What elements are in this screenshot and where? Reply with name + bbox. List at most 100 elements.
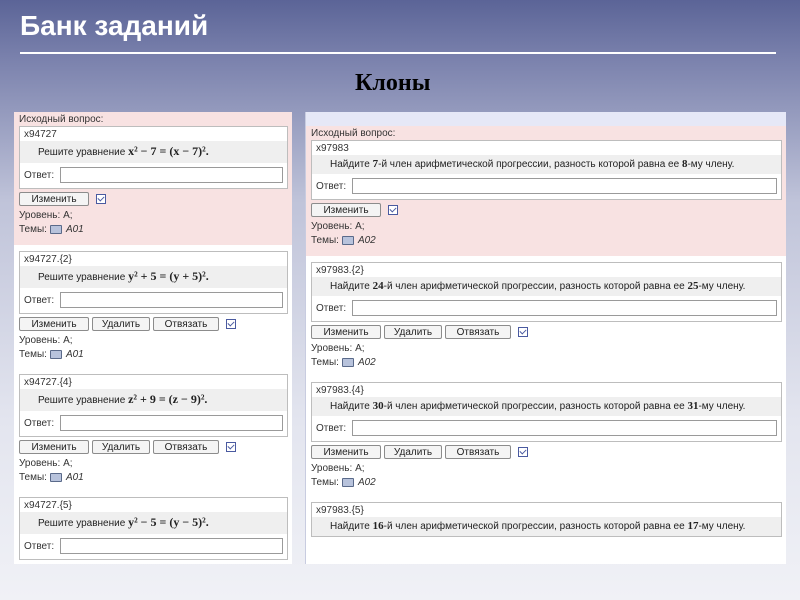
answer-label: Ответ: bbox=[24, 417, 55, 429]
clone-block: x97983.{4} Найдите 30-й член арифметичес… bbox=[306, 376, 786, 496]
answer-label: Ответ: bbox=[24, 169, 55, 181]
topic-link[interactable]: A01 bbox=[66, 224, 84, 235]
unlink-button[interactable]: Отвязать bbox=[153, 440, 219, 454]
topic-link[interactable]: A02 bbox=[358, 357, 376, 368]
question-meta: Уровень: А; Темы: A01 bbox=[19, 209, 288, 237]
answer-label: Ответ: bbox=[316, 302, 347, 314]
question-id: x97983.{5} bbox=[316, 505, 364, 516]
select-checkbox[interactable] bbox=[96, 194, 106, 204]
edit-button[interactable]: Изменить bbox=[19, 192, 89, 206]
answer-input[interactable] bbox=[60, 415, 283, 431]
topic-link[interactable]: A02 bbox=[358, 235, 376, 246]
question-box: x97983.{4} Найдите 30-й член арифметичес… bbox=[311, 382, 782, 442]
question-text: Найдите 16-й член арифметической прогрес… bbox=[312, 517, 781, 536]
equation: y² + 5 = (y + 5)². bbox=[128, 269, 209, 283]
text-part: -й член арифметической прогрессии, разно… bbox=[383, 281, 685, 292]
answer-row: Ответ: bbox=[312, 296, 781, 321]
answer-label: Ответ: bbox=[316, 180, 347, 192]
question-meta: Уровень: А; Темы: A01 bbox=[19, 457, 288, 485]
answer-row: Ответ: bbox=[312, 416, 781, 441]
level-text: Уровень: А; bbox=[19, 210, 73, 221]
equation: z² + 9 = (z − 9)². bbox=[128, 392, 208, 406]
answer-input[interactable] bbox=[352, 178, 777, 194]
topic-link[interactable]: A01 bbox=[66, 472, 84, 483]
difference-number: 31 bbox=[687, 400, 699, 412]
select-checkbox[interactable] bbox=[518, 327, 528, 337]
edit-button[interactable]: Изменить bbox=[19, 317, 89, 331]
topic-link[interactable]: A02 bbox=[358, 477, 376, 488]
difference-number: 25 bbox=[687, 280, 699, 292]
question-box: x94727.{5} Решите уравнение y² − 5 = (y … bbox=[19, 497, 288, 560]
text-part: -му члену. bbox=[698, 521, 746, 532]
text-part: -й член арифметической прогрессии, разно… bbox=[383, 401, 685, 412]
slide-subtitle: Клоны bbox=[355, 70, 431, 96]
action-row: Изменить Удалить Отвязать bbox=[311, 325, 782, 339]
select-checkbox[interactable] bbox=[226, 442, 236, 452]
folder-icon bbox=[49, 224, 62, 234]
level-text: Уровень: А; bbox=[311, 221, 365, 232]
question-box: x97983.{5} Найдите 16-й член арифметичес… bbox=[311, 502, 782, 537]
action-row: Изменить Удалить Отвязать bbox=[311, 445, 782, 459]
clone-block: x94727.{4} Решите уравнение z² + 9 = (z … bbox=[14, 368, 292, 491]
task-prefix: Решите уравнение bbox=[38, 147, 126, 158]
delete-button[interactable]: Удалить bbox=[92, 317, 150, 331]
question-text: Решите уравнение y² − 5 = (y − 5)². bbox=[20, 512, 287, 534]
answer-input[interactable] bbox=[60, 167, 283, 183]
folder-icon bbox=[49, 349, 62, 359]
topics-label: Темы: bbox=[19, 472, 47, 483]
panel-top-bar bbox=[306, 112, 786, 126]
level-text: Уровень: А; bbox=[19, 458, 73, 469]
source-question-label: Исходный вопрос: bbox=[19, 114, 104, 125]
clone-block: x94727.{5} Решите уравнение y² − 5 = (y … bbox=[14, 491, 292, 564]
answer-input[interactable] bbox=[352, 300, 777, 316]
source-question-label: Исходный вопрос: bbox=[311, 128, 396, 139]
member-number: 24 bbox=[372, 280, 384, 292]
right-question-panel: Исходный вопрос: x97983 Найдите 7-й член… bbox=[305, 112, 786, 564]
answer-input[interactable] bbox=[60, 538, 283, 554]
question-text: Решите уравнение x² − 7 = (x − 7)². bbox=[20, 141, 287, 163]
member-number: 16 bbox=[372, 520, 384, 532]
edit-button[interactable]: Изменить bbox=[311, 445, 381, 459]
question-box: x94727.{2} Решите уравнение y² + 5 = (y … bbox=[19, 251, 288, 314]
delete-button[interactable]: Удалить bbox=[384, 445, 442, 459]
folder-icon bbox=[341, 477, 354, 487]
answer-input[interactable] bbox=[352, 420, 777, 436]
level-text: Уровень: А; bbox=[311, 343, 365, 354]
clone-block: x97983.{5} Найдите 16-й член арифметичес… bbox=[306, 496, 786, 543]
select-checkbox[interactable] bbox=[226, 319, 236, 329]
edit-button[interactable]: Изменить bbox=[311, 325, 381, 339]
unlink-button[interactable]: Отвязать bbox=[445, 445, 511, 459]
question-box: x94727.{4} Решите уравнение z² + 9 = (z … bbox=[19, 374, 288, 437]
edit-button[interactable]: Изменить bbox=[19, 440, 89, 454]
folder-icon bbox=[341, 357, 354, 367]
topic-link[interactable]: A01 bbox=[66, 349, 84, 360]
select-checkbox[interactable] bbox=[518, 447, 528, 457]
answer-label: Ответ: bbox=[24, 294, 55, 306]
question-box: x94727 Решите уравнение x² − 7 = (x − 7)… bbox=[19, 126, 288, 189]
answer-input[interactable] bbox=[60, 292, 283, 308]
edit-button[interactable]: Изменить bbox=[311, 203, 381, 217]
topics-label: Темы: bbox=[311, 357, 339, 368]
question-meta: Уровень: А; Темы: A02 bbox=[311, 220, 782, 248]
question-text: Решите уравнение y² + 5 = (y + 5)². bbox=[20, 266, 287, 288]
text-part: Найдите bbox=[330, 281, 370, 292]
question-box: x97983 Найдите 7-й член арифметической п… bbox=[311, 140, 782, 200]
select-checkbox[interactable] bbox=[388, 205, 398, 215]
answer-label: Ответ: bbox=[24, 540, 55, 552]
unlink-button[interactable]: Отвязать bbox=[153, 317, 219, 331]
original-question-block: Исходный вопрос: x94727 Решите уравнение… bbox=[14, 112, 292, 245]
answer-row: Ответ: bbox=[20, 534, 287, 559]
left-question-panel: Исходный вопрос: x94727 Решите уравнение… bbox=[14, 112, 292, 564]
question-box: x97983.{2} Найдите 24-й член арифметичес… bbox=[311, 262, 782, 322]
delete-button[interactable]: Удалить bbox=[92, 440, 150, 454]
unlink-button[interactable]: Отвязать bbox=[445, 325, 511, 339]
topics-label: Темы: bbox=[19, 224, 47, 235]
question-id: x94727.{5} bbox=[24, 500, 72, 511]
delete-button[interactable]: Удалить bbox=[384, 325, 442, 339]
text-part: Найдите bbox=[330, 521, 370, 532]
text-part: -му члену. bbox=[698, 401, 746, 412]
question-text: Найдите 30-й член арифметической прогрес… bbox=[312, 397, 781, 416]
equation: y² − 5 = (y − 5)². bbox=[128, 515, 209, 529]
topics-label: Темы: bbox=[311, 235, 339, 246]
question-id: x94727.{2} bbox=[24, 254, 72, 265]
